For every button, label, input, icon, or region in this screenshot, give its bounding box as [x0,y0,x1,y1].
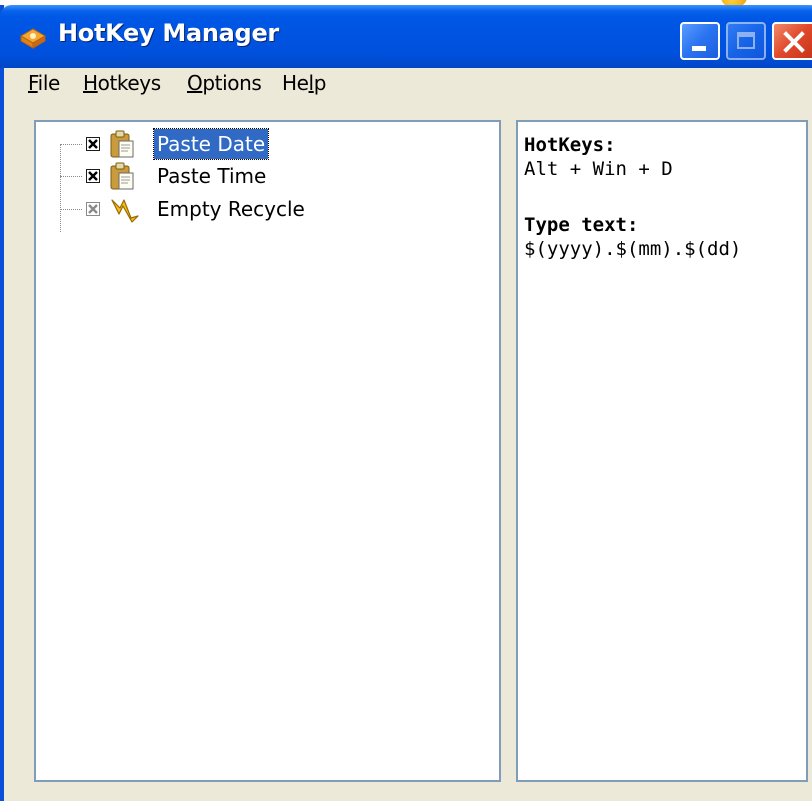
menu-file[interactable]: File [28,71,60,95]
maximize-button[interactable] [726,22,766,60]
type-text-value: $(yyyy).$(mm).$(dd) [524,238,742,260]
tree-connector [60,209,82,210]
lightning-icon [111,199,139,223]
menu-help[interactable]: Help [282,71,326,95]
type-text-heading: Type text: [524,214,639,236]
tree-node-label[interactable]: Paste Date [152,128,270,160]
tree-connector [60,144,82,145]
tree-node[interactable]: Paste Date [36,128,499,160]
title-bar[interactable]: HotKey Manager [0,5,812,68]
enable-checkbox[interactable] [86,137,100,151]
tree-connector [60,176,82,177]
app-window: HotKey Manager File Hotkeys Options Help [0,5,812,801]
enable-checkbox[interactable] [86,169,100,183]
check-icon [88,139,98,149]
clipboard-icon [110,130,134,158]
enable-checkbox[interactable] [86,202,100,216]
window-title: HotKey Manager [58,19,279,47]
details-panel: HotKeys: Alt + Win + D Type text: $(yyyy… [516,120,808,782]
check-icon [88,204,98,214]
close-icon [783,31,805,53]
menu-options[interactable]: Options [187,71,262,95]
hotkey-tree[interactable]: Paste Date Paste Time Empty Recycle [34,120,501,782]
close-button[interactable] [772,22,812,60]
minimize-button[interactable] [680,22,720,60]
menu-bar: File Hotkeys Options Help [4,63,812,103]
hotkeys-value: Alt + Win + D [524,158,673,180]
hotkeys-heading: HotKeys: [524,134,616,156]
tree-node-label[interactable]: Empty Recycle [154,194,308,224]
app-icon [20,28,46,49]
tree-node[interactable]: Paste Time [36,161,499,191]
tree-node-label[interactable]: Paste Time [154,161,269,191]
tree-node[interactable]: Empty Recycle [36,194,499,224]
clipboard-icon [110,162,134,190]
menu-hotkeys[interactable]: Hotkeys [83,71,161,95]
check-icon [88,171,98,181]
